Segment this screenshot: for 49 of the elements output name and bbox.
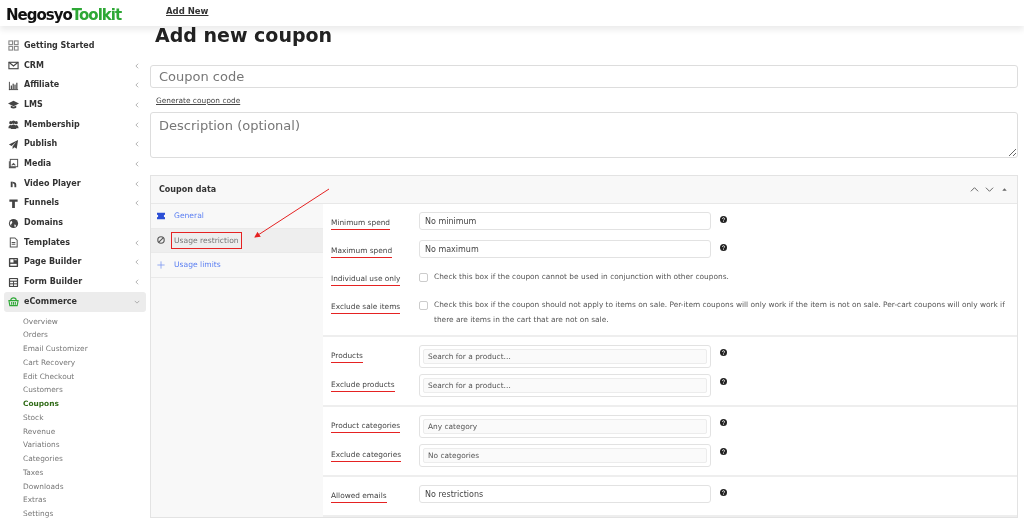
help-icon <box>720 489 727 497</box>
sidebar-item[interactable]: Video Player <box>4 173 146 194</box>
ticket-icon <box>157 211 165 220</box>
sidebar-item[interactable]: Getting Started <box>4 36 146 56</box>
paper-plane-icon <box>8 138 19 150</box>
sidebar-item[interactable]: Affiliate <box>4 75 146 96</box>
help-icon <box>720 244 727 252</box>
help-icon <box>720 216 727 224</box>
sidebar-item[interactable]: Domains <box>4 213 146 233</box>
add-new-link[interactable]: Add New <box>166 6 209 16</box>
table-icon <box>8 276 19 288</box>
sidebar-item[interactable]: Membership <box>4 114 146 135</box>
help-icon <box>720 349 727 357</box>
basket-icon <box>8 296 19 308</box>
plus-icon <box>157 260 165 269</box>
grid-icon <box>8 40 19 52</box>
checkbox[interactable] <box>419 273 428 283</box>
prohibited-icon <box>157 236 165 245</box>
chevron-up-icon <box>970 185 979 195</box>
sidebar-item[interactable]: Form Builder <box>4 272 146 292</box>
text-field[interactable]: No restrictions <box>419 485 711 504</box>
help-icon <box>720 448 727 456</box>
chevron-down-icon <box>985 185 994 195</box>
coupon-code-field[interactable]: Coupon code <box>150 65 1018 88</box>
users-icon <box>8 119 19 131</box>
checkbox[interactable] <box>419 301 428 311</box>
page-title: Add new coupon <box>155 24 334 46</box>
sidebar-item[interactable]: Templates <box>4 232 146 253</box>
sidebar-item[interactable]: eCommerce <box>4 291 146 312</box>
help-icon <box>720 378 727 386</box>
sidebar-item[interactable]: Publish <box>4 134 146 155</box>
sidebar-item[interactable]: CRM <box>4 55 146 76</box>
sidebar-item[interactable]: Media <box>4 154 146 174</box>
layout-icon <box>8 256 19 268</box>
text-field[interactable]: No maximum <box>419 240 711 259</box>
bar-chart-icon <box>8 79 19 91</box>
globe-icon <box>8 217 19 229</box>
sidebar-item[interactable]: Page Builder <box>4 252 146 273</box>
image-icon <box>8 158 19 170</box>
help-icon <box>720 419 727 427</box>
panel-title: Coupon data <box>159 183 218 196</box>
text-field[interactable]: No minimum <box>419 212 711 231</box>
description-field[interactable]: Description (optional) <box>150 112 1018 159</box>
sidebar-item[interactable]: Funnels <box>4 193 146 214</box>
sidebar-item[interactable]: LMS <box>4 95 146 115</box>
document-icon <box>8 237 19 249</box>
graduation-cap-icon <box>8 99 19 111</box>
logo: NegosyoToolkit <box>5 5 123 26</box>
envelope-icon <box>8 60 19 72</box>
